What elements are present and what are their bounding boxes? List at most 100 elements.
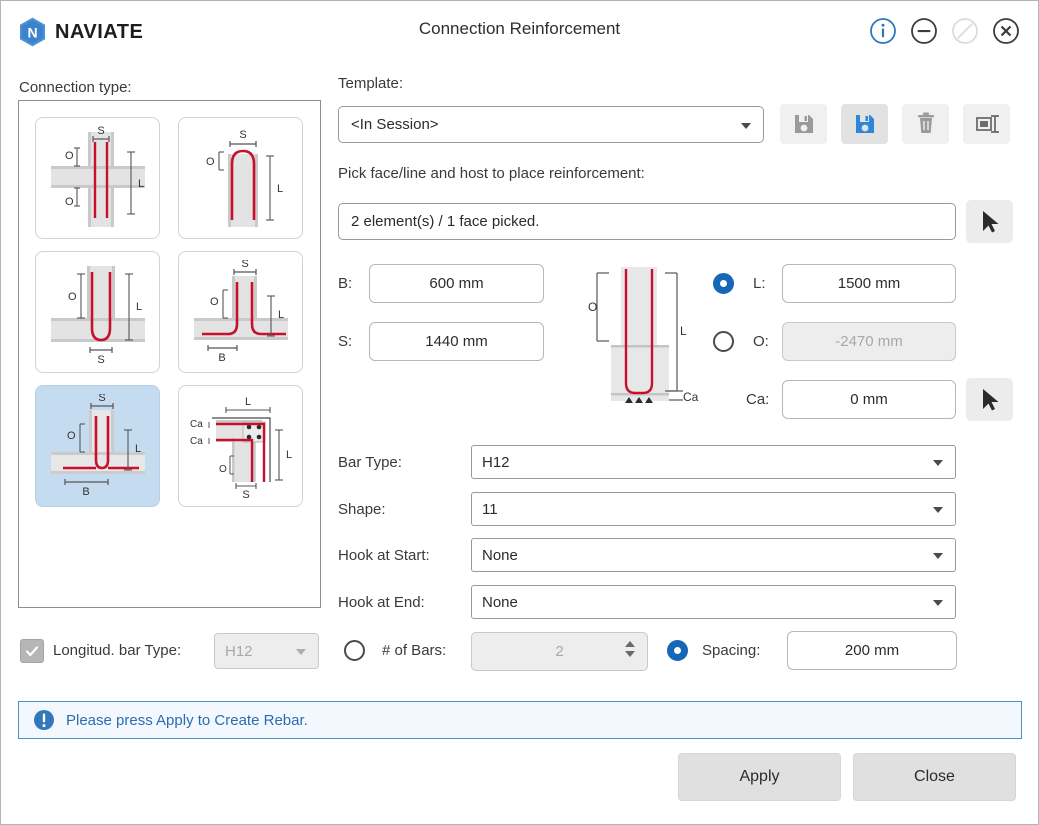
longitudinal-bar-checkbox[interactable] bbox=[20, 639, 44, 663]
connection-type-panel: S O O L bbox=[18, 100, 321, 608]
spacing-radio[interactable] bbox=[667, 640, 688, 661]
pick-label: Pick face/line and host to place reinfor… bbox=[338, 165, 645, 182]
svg-text:B: B bbox=[218, 352, 225, 364]
status-message: Please press Apply to Create Rebar. bbox=[66, 712, 308, 729]
info-icon[interactable] bbox=[869, 17, 897, 45]
connection-type-option-3[interactable]: O L S bbox=[35, 251, 160, 373]
svg-text:O: O bbox=[588, 300, 597, 314]
svg-text:L: L bbox=[138, 178, 144, 190]
minimize-icon[interactable] bbox=[910, 17, 938, 45]
svg-text:Ca: Ca bbox=[190, 419, 203, 430]
svg-text:L: L bbox=[136, 301, 142, 313]
hook-at-start-value: None bbox=[482, 547, 518, 564]
rename-icon bbox=[974, 112, 1000, 136]
chevron-down-icon bbox=[933, 507, 943, 513]
hook-at-end-select[interactable]: None bbox=[471, 585, 956, 619]
hook-at-start-label: Hook at Start: bbox=[338, 547, 430, 564]
template-value: <In Session> bbox=[351, 116, 439, 133]
svg-text:O: O bbox=[68, 291, 77, 303]
chevron-down-icon bbox=[933, 553, 943, 559]
stepper-down-icon[interactable] bbox=[625, 651, 635, 657]
connection-type-label: Connection type: bbox=[19, 79, 132, 96]
shape-select[interactable]: 11 bbox=[471, 492, 956, 526]
svg-text:L: L bbox=[135, 443, 141, 455]
info-exclamation-icon bbox=[33, 709, 55, 731]
ca-label: Ca: bbox=[746, 391, 769, 408]
close-icon[interactable] bbox=[992, 17, 1020, 45]
delete-template-button[interactable] bbox=[902, 104, 949, 144]
chevron-down-icon bbox=[933, 600, 943, 606]
rename-template-button[interactable] bbox=[963, 104, 1010, 144]
template-label: Template: bbox=[338, 75, 403, 92]
o-field: -2470 mm bbox=[782, 322, 956, 361]
pick-ca-button[interactable] bbox=[966, 378, 1013, 421]
num-bars-stepper: 2 bbox=[471, 632, 648, 671]
l-label: L: bbox=[753, 275, 766, 292]
connection-type-option-1[interactable]: S O O L bbox=[35, 117, 160, 239]
connection-type-option-5[interactable]: S O L B bbox=[35, 385, 160, 507]
num-bars-radio[interactable] bbox=[344, 640, 365, 661]
svg-text:S: S bbox=[241, 260, 248, 270]
spacing-field[interactable]: 200 mm bbox=[787, 631, 957, 670]
svg-text:B: B bbox=[82, 486, 89, 498]
parameter-diagram: O L Ca bbox=[579, 263, 699, 416]
save-as-template-button[interactable] bbox=[841, 104, 888, 144]
connection-type-option-4[interactable]: S O L B bbox=[178, 251, 303, 373]
svg-text:S: S bbox=[98, 394, 105, 404]
title-bar: N NAVIATE Connection Reinforcement bbox=[1, 1, 1038, 61]
longitudinal-bar-select: H12 bbox=[214, 633, 319, 669]
svg-text:O: O bbox=[219, 464, 227, 475]
bar-type-select[interactable]: H12 bbox=[471, 445, 956, 479]
connection-type-option-2[interactable]: S O L bbox=[178, 117, 303, 239]
l-radio[interactable] bbox=[713, 273, 734, 294]
pick-input[interactable]: 2 element(s) / 1 face picked. bbox=[338, 203, 956, 240]
chevron-down-icon bbox=[296, 649, 306, 655]
l-field[interactable]: 1500 mm bbox=[782, 264, 956, 303]
disabled-action-icon bbox=[951, 17, 979, 45]
num-bars-value: 2 bbox=[555, 643, 563, 660]
svg-text:Ca: Ca bbox=[190, 436, 203, 447]
connection-diagram-1-icon: S O O L bbox=[43, 126, 153, 231]
chevron-down-icon bbox=[933, 460, 943, 466]
bar-type-value: H12 bbox=[482, 454, 510, 471]
pick-face-button[interactable] bbox=[966, 200, 1013, 243]
cursor-arrow-icon bbox=[980, 388, 1000, 412]
apply-button[interactable]: Apply bbox=[678, 753, 841, 801]
hook-at-start-select[interactable]: None bbox=[471, 538, 956, 572]
save-template-button[interactable] bbox=[780, 104, 827, 144]
pick-value: 2 element(s) / 1 face picked. bbox=[351, 213, 539, 230]
status-bar: Please press Apply to Create Rebar. bbox=[18, 701, 1022, 739]
stepper-arrows[interactable] bbox=[625, 641, 635, 657]
rebar-section-diagram-icon: O L Ca bbox=[579, 263, 699, 411]
hook-at-end-value: None bbox=[482, 594, 518, 611]
connection-diagram-6-icon: Ca Ca L L O bbox=[186, 394, 296, 499]
svg-text:L: L bbox=[286, 449, 292, 461]
svg-text:L: L bbox=[680, 324, 687, 338]
shape-value: 11 bbox=[482, 501, 498, 518]
chevron-down-icon bbox=[741, 123, 751, 129]
s-field[interactable]: 1440 mm bbox=[369, 322, 544, 361]
template-select[interactable]: <In Session> bbox=[338, 106, 764, 143]
svg-text:S: S bbox=[97, 354, 104, 365]
connection-diagram-3-icon: O L S bbox=[43, 260, 153, 365]
connection-diagram-4-icon: S O L B bbox=[186, 260, 296, 365]
svg-text:L: L bbox=[278, 309, 284, 321]
spacing-label: Spacing: bbox=[702, 642, 760, 659]
connection-reinforcement-dialog: N NAVIATE Connection Reinforcement bbox=[0, 0, 1039, 825]
svg-text:S: S bbox=[242, 489, 249, 499]
connection-diagram-2-icon: S O L bbox=[186, 126, 296, 231]
stepper-up-icon[interactable] bbox=[625, 641, 635, 647]
connection-type-grid: S O O L bbox=[35, 117, 303, 507]
svg-text:Ca: Ca bbox=[683, 390, 699, 404]
connection-type-option-6[interactable]: Ca Ca L L O bbox=[178, 385, 303, 507]
cursor-arrow-icon bbox=[980, 210, 1000, 234]
ca-field[interactable]: 0 mm bbox=[782, 380, 956, 419]
svg-text:S: S bbox=[97, 126, 104, 137]
o-radio[interactable] bbox=[713, 331, 734, 352]
hook-at-end-label: Hook at End: bbox=[338, 594, 425, 611]
b-field[interactable]: 600 mm bbox=[369, 264, 544, 303]
shape-label: Shape: bbox=[338, 501, 386, 518]
svg-text:O: O bbox=[206, 156, 215, 168]
close-button[interactable]: Close bbox=[853, 753, 1016, 801]
svg-text:L: L bbox=[244, 396, 250, 408]
